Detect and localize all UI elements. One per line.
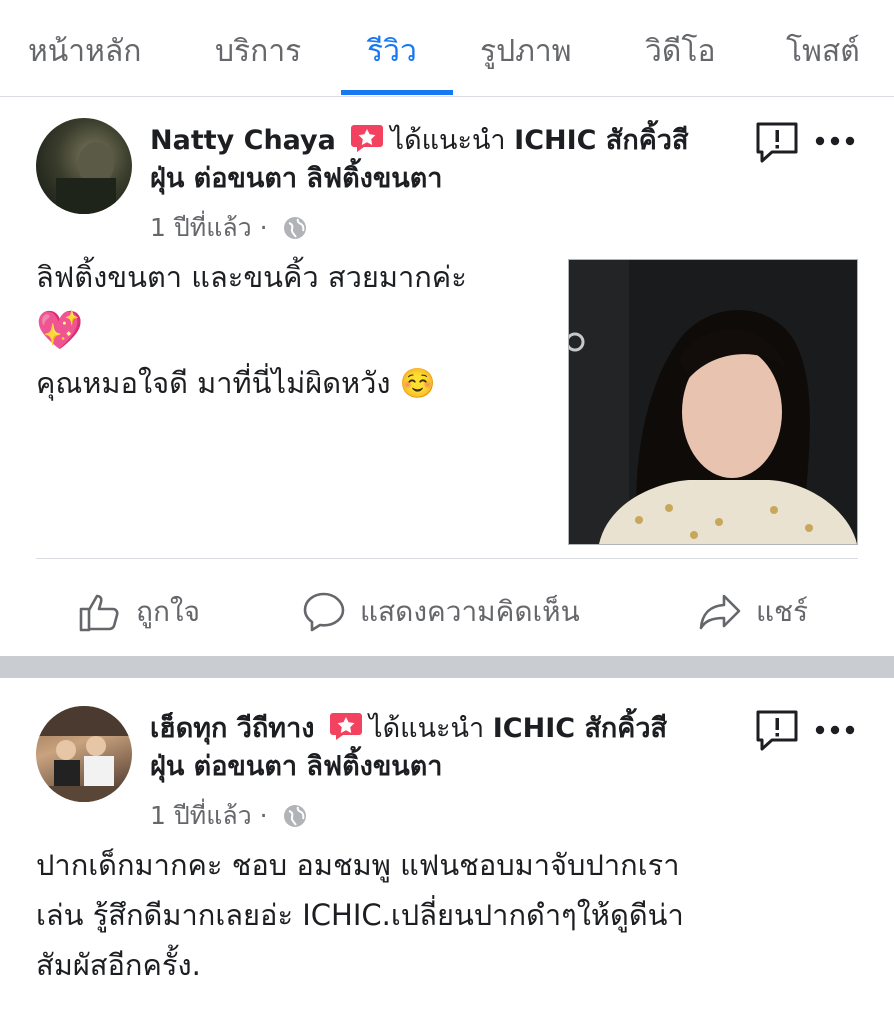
recommend-text: ได้แนะนำ bbox=[369, 713, 485, 744]
review-text: ปากเด็กมากคะ ชอบ อมชมพู แฟนชอบมาจับปากเร… bbox=[36, 840, 866, 990]
tab-videos[interactable]: วิดีโอ bbox=[645, 28, 715, 75]
review-text-line: เล่น รู้สึกดีมากเลยอ่ะ ICHIC.เปลี่ยนปากด… bbox=[36, 898, 684, 932]
tab-photos[interactable]: รูปภาพ bbox=[480, 28, 572, 75]
like-label: ถูกใจ bbox=[136, 595, 200, 628]
page-name[interactable]: ICHIC สักคิ้วสี bbox=[493, 713, 667, 744]
like-button[interactable]: ถูกใจ bbox=[78, 590, 200, 634]
tab-posts[interactable]: โพสต์ bbox=[786, 28, 860, 75]
review-text-line: สัมผัสอีกครั้ง. bbox=[36, 948, 201, 982]
author-name[interactable]: Natty Chaya bbox=[150, 125, 336, 156]
review-text-line: ลิฟติ้งขนตา และขนคิ้ว สวยมากค่ะ bbox=[36, 260, 467, 294]
share-button[interactable]: แชร์ bbox=[698, 590, 808, 634]
recommend-star-icon bbox=[330, 713, 363, 740]
review-text-line: ปากเด็กมากคะ ชอบ อมชมพู แฟนชอบมาจับปากเร… bbox=[36, 848, 680, 882]
avatar[interactable] bbox=[36, 706, 132, 802]
avatar[interactable] bbox=[36, 118, 132, 214]
comment-icon bbox=[303, 592, 345, 632]
avatar-photo bbox=[36, 706, 132, 802]
divider bbox=[36, 558, 858, 559]
post-time[interactable]: 1 ปีที่แล้ว · bbox=[150, 213, 268, 242]
more-options-icon[interactable] bbox=[815, 725, 855, 735]
review-photo[interactable] bbox=[568, 259, 858, 545]
review-photo-image bbox=[569, 260, 857, 544]
more-options-icon[interactable] bbox=[815, 136, 855, 146]
globe-icon bbox=[283, 805, 306, 827]
share-label: แชร์ bbox=[756, 595, 809, 628]
review-text-line: คุณหมอใจดี มาที่นี่ไม่ผิดหวัง ☺️ bbox=[36, 366, 436, 400]
comment-label: แสดงความคิดเห็น bbox=[360, 595, 580, 628]
thumbs-up-icon bbox=[79, 594, 119, 632]
active-tab-indicator bbox=[341, 90, 453, 95]
globe-icon bbox=[283, 217, 306, 239]
page-name[interactable]: ICHIC สักคิ้วสี bbox=[514, 125, 688, 156]
post-time[interactable]: 1 ปีที่แล้ว · bbox=[150, 801, 268, 830]
tab-services[interactable]: บริการ bbox=[215, 28, 301, 75]
recommend-star-icon bbox=[351, 125, 384, 152]
recommend-text: ได้แนะนำ bbox=[390, 125, 506, 156]
post-meta: 1 ปีที่แล้ว · bbox=[150, 208, 308, 248]
report-icon[interactable] bbox=[754, 120, 800, 166]
review-header: Natty Chaya ได้แนะนำ ICHIC สักคิ้วสี ฝุ่… bbox=[150, 122, 720, 198]
author-name[interactable]: เฮ็ดทุก วีถีทาง bbox=[150, 713, 314, 744]
avatar-photo bbox=[56, 142, 116, 214]
feed-separator bbox=[0, 656, 894, 678]
share-arrow-icon bbox=[699, 594, 741, 630]
page-name-continued[interactable]: ฝุ่น ต่อขนตา ลิฟติ้งขนตา bbox=[150, 751, 442, 782]
comment-button[interactable]: แสดงความคิดเห็น bbox=[302, 590, 580, 634]
sparkling-heart-emoji: 💖 bbox=[36, 308, 84, 352]
report-icon[interactable] bbox=[754, 708, 800, 754]
tab-reviews[interactable]: รีวิว bbox=[367, 28, 417, 75]
review-header: เฮ็ดทุก วีถีทาง ได้แนะนำ ICHIC สักคิ้วสี… bbox=[150, 710, 720, 786]
review-text: ลิฟติ้งขนตา และขนคิ้ว สวยมากค่ะ 💖 คุณหมอ… bbox=[36, 252, 467, 408]
page-tab-bar: หน้าหลัก บริการ รีวิว รูปภาพ วิดีโอ โพสต… bbox=[0, 0, 894, 97]
page-name-continued[interactable]: ฝุ่น ต่อขนตา ลิฟติ้งขนตา bbox=[150, 163, 442, 194]
tab-home[interactable]: หน้าหลัก bbox=[28, 28, 141, 75]
post-meta: 1 ปีที่แล้ว · bbox=[150, 796, 308, 836]
